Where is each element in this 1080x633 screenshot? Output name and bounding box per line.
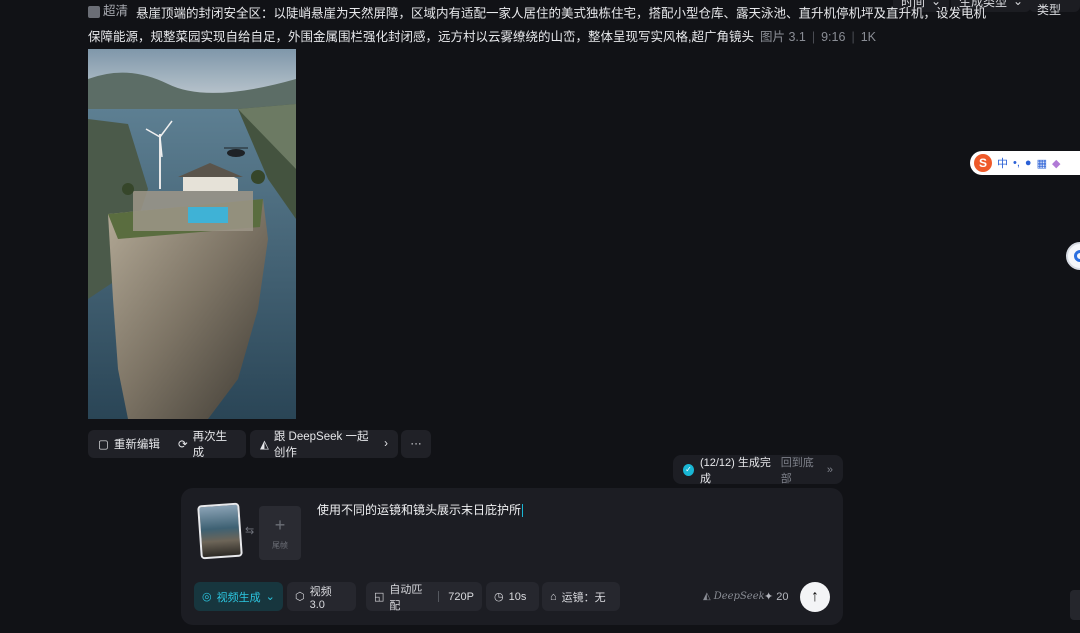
send-button[interactable]: ↑ xyxy=(800,582,830,612)
swap-icon[interactable]: ⇆ xyxy=(245,524,254,537)
skin-icon[interactable]: ◆ xyxy=(1052,157,1060,170)
resolution: 1K xyxy=(860,29,876,44)
ime-language[interactable]: 中 xyxy=(997,155,1008,171)
quality-badge-label: 超清 xyxy=(103,4,129,18)
image-quality-icon xyxy=(88,5,100,18)
side-panel-handle[interactable] xyxy=(1070,590,1080,620)
credits-value: 20 xyxy=(776,591,789,603)
deepseek-logo: ◭ DeepSeek xyxy=(703,591,765,602)
sparkle-icon: ✦ xyxy=(764,591,774,603)
first-frame-thumbnail[interactable] xyxy=(197,502,243,560)
assistant-icon xyxy=(1074,250,1080,262)
camera-label: 运镜：无 xyxy=(561,591,606,604)
video-mode-icon: ◎ xyxy=(202,591,212,603)
chevron-down-icon: ⌄ xyxy=(265,591,275,603)
last-frame-label: 尾帧 xyxy=(272,540,288,550)
whale-icon: ◭ xyxy=(260,439,269,451)
video-generation-mode-dropdown[interactable]: ◎ 视频生成 ⌄ xyxy=(194,582,283,611)
arrow-up-icon: ↑ xyxy=(811,588,819,605)
camera-icon: ⌂ xyxy=(550,590,557,603)
divider xyxy=(438,591,440,602)
generation-caption: 超清 悬崖顶端的封闭安全区：以陡峭悬崖为天然屏障，区域内有适配一家人居住的美式独… xyxy=(88,0,988,49)
ime-toolbar[interactable]: S 中 •, ● ▦ ◆ xyxy=(970,151,1080,175)
more-button[interactable]: ··· xyxy=(401,430,431,458)
clock-icon: ◷ xyxy=(494,591,504,603)
duration-label: 10s xyxy=(508,590,527,603)
chevron-down-icon: ⌄ xyxy=(1013,0,1024,8)
quality-badge: 超清 xyxy=(88,0,128,23)
ime-punctuation[interactable]: •, xyxy=(1013,157,1020,169)
ratio-resolution-select[interactable]: ◱ 自动匹配 720P xyxy=(366,582,482,612)
generation-status: ✓ (12/12) 生成完成 回到底部 » xyxy=(673,454,843,486)
keyboard-icon[interactable]: ▦ xyxy=(1037,157,1047,170)
model-name: 图片 3.1 xyxy=(759,29,806,44)
operation-type-label: 操作类型 xyxy=(1037,3,1062,17)
text-caret xyxy=(522,504,524,518)
double-chevron-down-icon: » xyxy=(826,463,833,476)
duration-select[interactable]: ◷ 10s xyxy=(486,582,539,611)
reedit-label: 重新编辑 xyxy=(113,439,160,451)
chevron-right-icon: › xyxy=(384,438,388,450)
deepseek-create-label: 跟 DeepSeek 一起创作 xyxy=(273,431,369,459)
camera-movement-select[interactable]: ⌂ 运镜：无 xyxy=(542,582,620,611)
mode-label: 视频生成 xyxy=(216,591,261,604)
prompt-composer: ⇆ + 尾帧 使用不同的运镜和镜头展示末日庇护所 ◎ 视频生成 ⌄ ⬡ 视频 3… xyxy=(181,488,843,625)
resolution-label: 720P xyxy=(448,590,474,603)
cube-icon: ⬡ xyxy=(295,591,305,603)
back-to-bottom-link[interactable]: 回到底部 xyxy=(781,454,821,486)
model-select[interactable]: ⬡ 视频 3.0 xyxy=(287,582,356,611)
deepseek-create-button[interactable]: ◭ 跟 DeepSeek 一起创作 › xyxy=(250,430,398,459)
model-label: 视频 3.0 xyxy=(309,585,332,611)
prompt-input[interactable]: 使用不同的运镜和镜头展示末日庇护所 xyxy=(317,501,524,518)
generated-image[interactable] xyxy=(88,49,296,419)
plus-icon: + xyxy=(274,514,286,535)
ratio-label: 自动匹配 xyxy=(389,583,423,612)
status-progress: (12/12) 生成完成 xyxy=(699,456,771,485)
check-icon: ✓ xyxy=(683,463,694,476)
prompt-text: 使用不同的运镜和镜头展示末日庇护所 xyxy=(317,503,522,517)
regenerate-label: 再次生成 xyxy=(192,431,228,459)
add-last-frame-button[interactable]: + 尾帧 xyxy=(259,506,301,560)
whale-icon: ◭ xyxy=(703,591,711,602)
floating-assistant-button[interactable] xyxy=(1066,242,1080,270)
aspect-ratio-icon: ◱ xyxy=(374,591,385,603)
caption-meta: 图片 3.1 | 9:16 | 1K xyxy=(759,29,876,44)
microphone-icon[interactable]: ● xyxy=(1025,157,1032,169)
refresh-icon: ⟳ xyxy=(178,439,188,451)
deepseek-logo-text: DeepSeek xyxy=(713,591,765,602)
edit-icon: ▢ xyxy=(98,439,109,451)
cliff-landscape-illustration xyxy=(88,49,296,419)
operation-type-filter[interactable]: 操作类型 xyxy=(1029,0,1080,17)
regenerate-button[interactable]: ⟳ 再次生成 xyxy=(168,430,246,459)
aspect-ratio: 9:16 xyxy=(821,29,846,44)
credits-cost: ✦ 20 xyxy=(764,590,789,603)
sogou-logo-icon: S xyxy=(974,154,992,172)
more-icon: ··· xyxy=(410,438,422,450)
